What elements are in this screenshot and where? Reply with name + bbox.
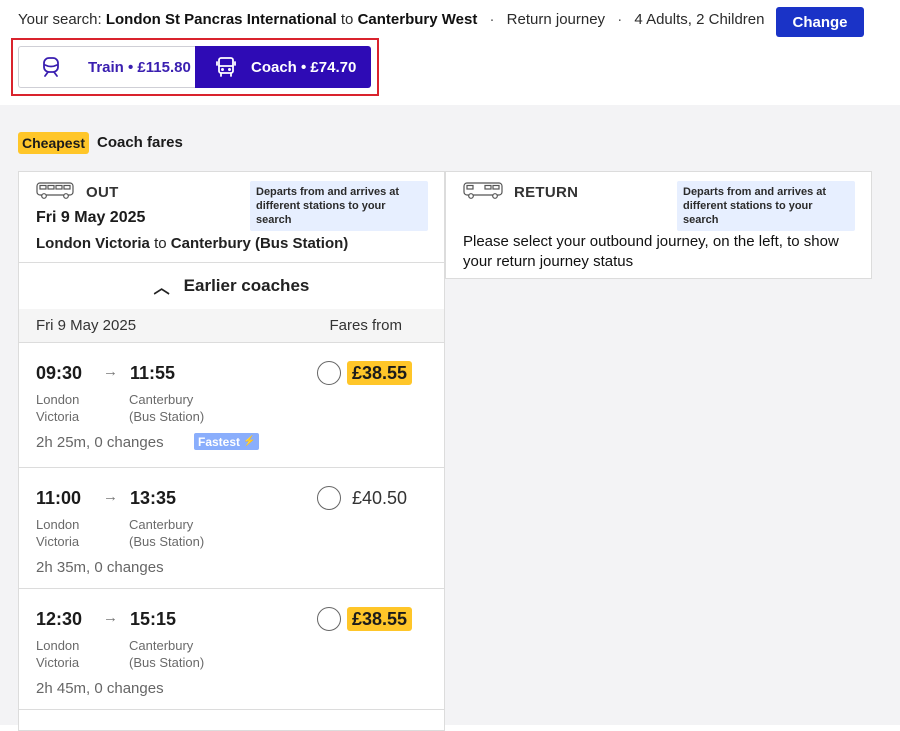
fare-radio[interactable]	[317, 486, 341, 510]
arrival-station: Canterbury (Bus Station)	[129, 516, 204, 550]
departure-station-line: London	[36, 517, 80, 532]
arrival-station: Canterbury (Bus Station)	[129, 391, 204, 425]
change-search-button[interactable]: Change	[776, 7, 864, 37]
journey-duration: 2h 45m, 0 changes	[36, 680, 164, 697]
tab-train[interactable]: Train • £115.80	[18, 46, 195, 88]
search-origin: London St Pancras International	[105, 11, 337, 28]
different-stations-note: Departs from and arrives at different st…	[677, 181, 855, 231]
journey-type: Return journey	[506, 11, 606, 28]
arrival-station-line: Canterbury	[129, 638, 194, 653]
departure-station: London Victoria	[36, 637, 79, 671]
departure-station: London Victoria	[36, 391, 79, 425]
separator-dot: ·	[489, 11, 495, 28]
arrival-station-line: Canterbury	[129, 517, 194, 532]
fares-from-label: Fares from	[329, 317, 402, 334]
earlier-coaches-label: Earlier coaches	[183, 276, 310, 295]
train-icon	[40, 56, 62, 78]
arrival-time: 13:35	[130, 488, 177, 508]
departure-station: London Victoria	[36, 516, 79, 550]
fare-price: £40.50	[352, 487, 408, 508]
search-to-word: to	[340, 11, 354, 28]
journey-row[interactable]: 11:00 → 13:35 London Victoria Canterbury…	[19, 468, 444, 588]
search-summary: Your search: London St Pancras Internati…	[18, 11, 764, 28]
arrival-station: Canterbury (Bus Station)	[129, 637, 204, 671]
outbound-route: London Victoria to Canterbury (Bus Stati…	[36, 235, 348, 252]
return-panel: RETURN Departs from and arrives at diffe…	[445, 171, 872, 279]
arrival-station-line: (Bus Station)	[129, 655, 205, 670]
arrow-right-icon: →	[103, 609, 118, 626]
journey-row[interactable]: 12:30 → 15:15 London Victoria Canterbury…	[19, 589, 444, 709]
departure-time: 11:00	[36, 488, 82, 508]
departure-time: 09:30	[36, 363, 83, 383]
fares-title: Coach fares	[97, 134, 183, 151]
coach-icon	[36, 182, 74, 205]
coach-icon	[463, 182, 503, 205]
departure-station-line: London	[36, 392, 80, 407]
arrival-time: 15:15	[130, 609, 177, 629]
search-header: Your search: London St Pancras Internati…	[0, 0, 900, 105]
route-to-word: to	[154, 235, 167, 252]
earlier-coaches-button[interactable]: ︿ Earlier coaches	[19, 263, 444, 309]
different-stations-note: Departs from and arrives at different st…	[250, 181, 428, 231]
separator-dot: ·	[617, 11, 623, 28]
search-destination: Canterbury West	[357, 11, 478, 28]
departure-station-line: London	[36, 638, 80, 653]
journey-duration: 2h 35m, 0 changes	[36, 559, 164, 576]
outbound-date: Fri 9 May 2025	[36, 209, 146, 226]
lightning-icon: ⚡	[243, 436, 256, 447]
arrow-right-icon: →	[103, 488, 118, 505]
tab-coach[interactable]: Coach • £74.70	[195, 46, 371, 88]
tab-coach-label: Coach • £74.70	[251, 58, 357, 76]
arrival-time: 11:55	[130, 363, 176, 383]
journey-row[interactable]: 09:30 → 11:55 London Victoria Canterbury…	[19, 343, 444, 467]
route-to: Canterbury (Bus Station)	[170, 235, 349, 252]
bus-icon	[215, 56, 237, 78]
route-from: London Victoria	[36, 235, 150, 252]
passenger-summary: 4 Adults, 2 Children	[634, 11, 765, 28]
fare-price: £38.55	[347, 607, 413, 631]
divider	[19, 709, 444, 710]
cheapest-badge: Cheapest	[18, 132, 90, 154]
outbound-direction: OUT	[86, 184, 119, 201]
arrival-station-line: Canterbury	[129, 392, 194, 407]
departure-station-line: Victoria	[36, 409, 80, 424]
journey-duration: 2h 25m, 0 changes	[36, 434, 164, 451]
return-direction: RETURN	[514, 184, 579, 201]
search-prefix: Your search:	[18, 11, 102, 28]
departure-station-line: Victoria	[36, 534, 80, 549]
fare-radio[interactable]	[317, 361, 341, 385]
return-status-message: Please select your outbound journey, on …	[463, 233, 839, 270]
outbound-panel: OUT Departs from and arrives at differen…	[18, 171, 445, 731]
arrival-station-line: (Bus Station)	[129, 534, 205, 549]
arrival-station-line: (Bus Station)	[129, 409, 205, 424]
arrow-right-icon: →	[103, 363, 118, 380]
departure-station-line: Victoria	[36, 655, 80, 670]
fastest-badge: Fastest ⚡	[194, 433, 260, 450]
tab-train-label: Train • £115.80	[88, 58, 191, 76]
chevron-up-icon: ︿	[153, 280, 170, 297]
fare-price: £38.55	[347, 361, 413, 385]
list-date: Fri 9 May 2025	[36, 317, 137, 334]
departure-time: 12:30	[36, 609, 83, 629]
journey-list-header: Fri 9 May 2025 Fares from	[19, 309, 444, 342]
fastest-label: Fastest	[198, 434, 241, 449]
fare-radio[interactable]	[317, 607, 341, 631]
